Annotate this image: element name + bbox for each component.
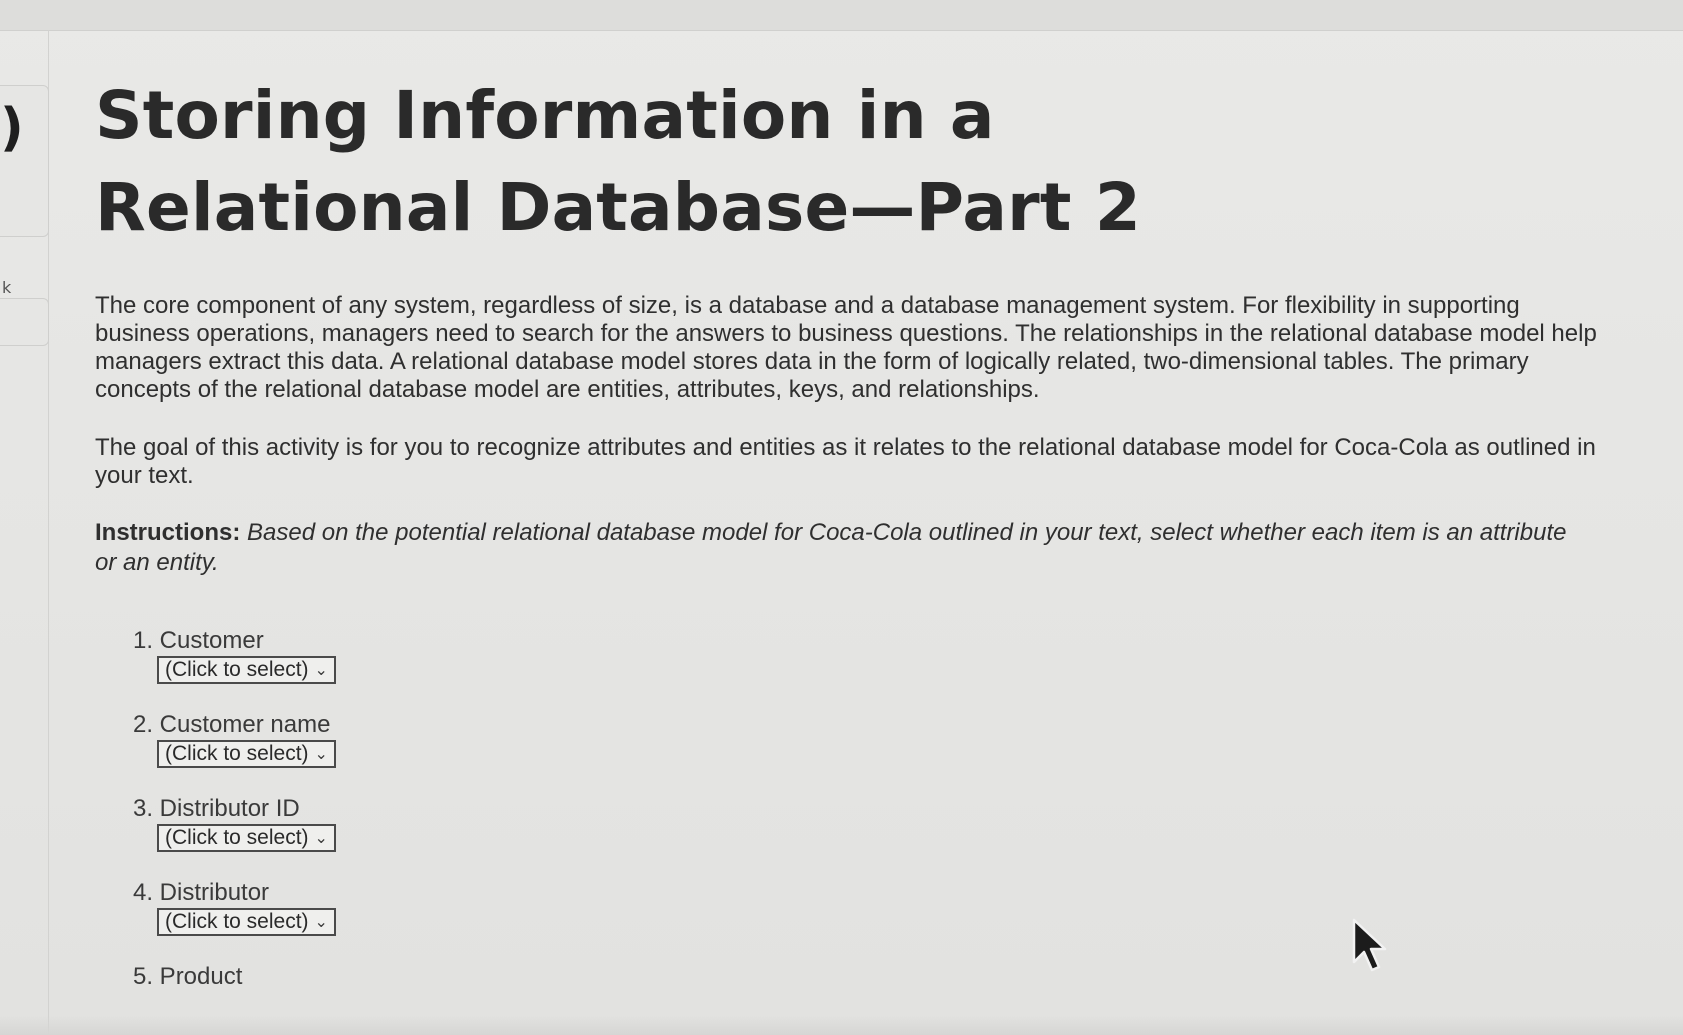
- left-rail: [0, 30, 49, 1035]
- select-value: (Click to select): [165, 826, 309, 849]
- instructions-label: Instructions:: [95, 519, 241, 546]
- select-value: (Click to select): [165, 742, 309, 765]
- bottom-edge: [0, 1015, 1683, 1035]
- page-title: Storing Information in a Relational Data…: [95, 77, 1141, 246]
- instructions: Instructions: Based on the potential rel…: [95, 518, 1575, 578]
- chevron-down-icon: ⌄: [314, 746, 328, 763]
- chevron-down-icon: ⌄: [314, 830, 328, 847]
- question-label: 2. Customer name: [133, 711, 331, 738]
- question-item: 2. Customer name (Click to select) ⌄: [133, 710, 1615, 768]
- question-list: 1. Customer (Click to select) ⌄ 2. Custo…: [133, 626, 1615, 992]
- question-item: 3. Distributor ID (Click to select) ⌄: [133, 794, 1615, 852]
- page: ) k Storing Information in a Relational …: [0, 0, 1683, 1035]
- chevron-down-icon: ⌄: [314, 914, 328, 931]
- question-item: 5. Product: [133, 962, 1615, 992]
- question-item: 4. Distributor (Click to select) ⌄: [133, 878, 1615, 936]
- rail-glyph-upper: ): [0, 98, 24, 158]
- rail-tab-lower[interactable]: [0, 298, 49, 346]
- mouse-pointer-icon: [1352, 918, 1387, 972]
- chevron-down-icon: ⌄: [314, 662, 328, 679]
- goal-paragraph: The goal of this activity is for you to …: [95, 434, 1596, 489]
- question-label: 3. Distributor ID: [133, 795, 300, 822]
- question-item: 1. Customer (Click to select) ⌄: [133, 626, 1615, 684]
- top-toolbar: [0, 0, 1683, 31]
- answer-select-customer[interactable]: (Click to select) ⌄: [157, 656, 336, 684]
- select-value: (Click to select): [165, 658, 309, 681]
- question-label: 5. Product: [133, 963, 243, 990]
- main-content: Storing Information in a Relational Data…: [95, 70, 1615, 1018]
- instructions-text: Based on the potential relational databa…: [95, 519, 1567, 576]
- answer-select-distributor-id[interactable]: (Click to select) ⌄: [157, 824, 336, 852]
- select-value: (Click to select): [165, 910, 309, 933]
- rail-glyph-lower: k: [2, 278, 12, 297]
- answer-select-distributor[interactable]: (Click to select) ⌄: [157, 908, 336, 936]
- question-label: 1. Customer: [133, 627, 264, 654]
- answer-select-customer-name[interactable]: (Click to select) ⌄: [157, 740, 336, 768]
- intro-paragraph: The core component of any system, regard…: [95, 292, 1597, 403]
- question-label: 4. Distributor: [133, 879, 270, 906]
